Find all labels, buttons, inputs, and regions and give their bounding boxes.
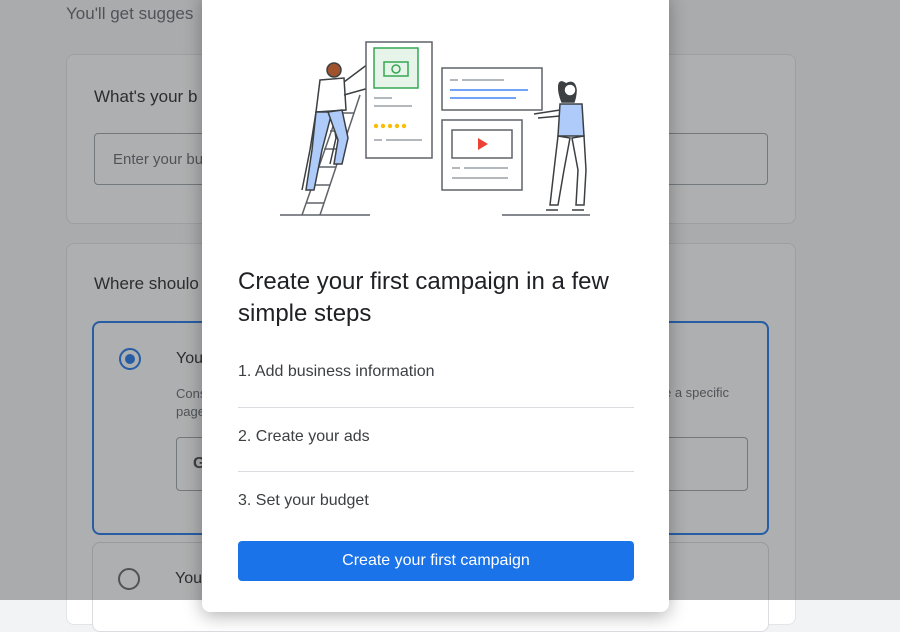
campaign-illustration <box>280 41 590 216</box>
welcome-dialog: Create your first campaign in a few simp… <box>202 0 669 612</box>
ad-card-icon <box>365 41 433 159</box>
step-item: 3. Set your budget <box>238 492 369 509</box>
text-card-icon <box>441 67 543 111</box>
video-card-icon <box>441 119 523 191</box>
person-on-ladder-icon <box>301 62 377 191</box>
step-item: 1. Add business information <box>238 344 634 408</box>
create-campaign-button[interactable]: Create your first campaign <box>238 541 634 581</box>
steps-list: 1. Add business information 2. Create yo… <box>238 344 634 536</box>
dialog-title: Create your first campaign in a few simp… <box>238 268 609 327</box>
step-item: 2. Create your ads <box>238 408 634 472</box>
